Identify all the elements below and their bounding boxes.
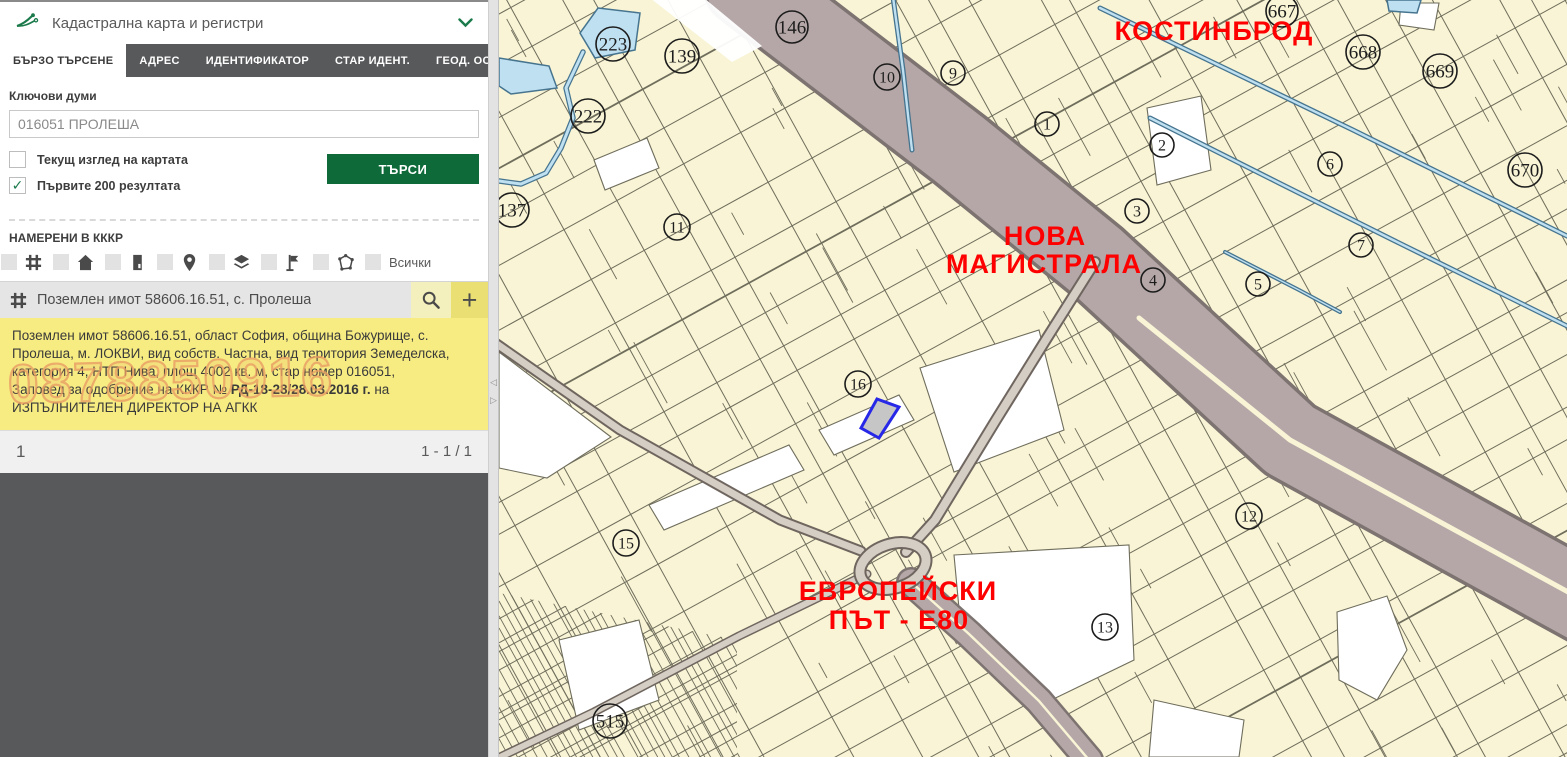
keywords-label: Ключови думи [9,89,479,103]
result-range: 1 - 1 / 1 [421,443,472,460]
svg-text:222: 222 [574,107,603,128]
sidebar: Кадастрална карта и регистри БЪРЗО ТЪРСЕ… [0,0,488,757]
detail-text-line1: Поземлен имот 58606.16.51, област София,… [12,328,449,379]
result-type-filters: Всички [0,252,488,281]
add-result-button[interactable]: + [451,282,488,318]
svg-text:10: 10 [879,70,895,87]
grid-icon[interactable] [23,252,44,272]
tab-bar: БЪРЗО ТЪРСЕНЕАДРЕСИДЕНТИФИКАТОРСТАР ИДЕН… [0,44,488,77]
filter-checkbox-pin[interactable] [157,254,173,270]
filter-checkbox-layers[interactable] [209,254,225,270]
tab-3[interactable]: СТАР ИДЕНТ. [322,44,423,77]
svg-text:16: 16 [850,377,866,394]
svg-text:139: 139 [668,47,697,68]
detail-order-number: РД-18-28/28.03.2016 г. [231,382,371,397]
app-window: Кадастрална карта и регистри БЪРЗО ТЪРСЕ… [0,0,1567,757]
svg-text:3: 3 [1133,204,1141,221]
layers-icon[interactable] [231,252,252,272]
svg-text:11: 11 [669,220,684,237]
app-logo-icon [15,12,39,35]
result-title: Поземлен имот 58606.16.51, с. Пролеша [37,292,311,308]
flag-icon[interactable] [283,252,304,272]
current-view-checkbox[interactable] [9,151,26,168]
map-label: ЕВРОПЕЙСКИ [799,575,997,606]
svg-text:1: 1 [1043,117,1051,134]
svg-text:515: 515 [596,712,625,733]
filter-checkbox-all[interactable] [365,254,381,270]
keywords-input[interactable] [9,110,479,138]
tab-2[interactable]: ИДЕНТИФИКАТОР [193,44,322,77]
map-area: 2231391462221376676686696701091234567111… [499,0,1567,757]
svg-text:146: 146 [778,18,807,39]
filter-checkbox-polygon[interactable] [313,254,329,270]
svg-text:12: 12 [1241,509,1257,526]
pin-icon[interactable] [179,252,200,272]
svg-text:669: 669 [1426,62,1455,83]
quick-search-panel: Ключови думи Текущ изглед на картата ✓ П… [0,77,488,221]
svg-text:137: 137 [499,201,526,222]
search-button[interactable]: ТЪРСИ [327,154,479,184]
filter-checkbox-building[interactable] [105,254,121,270]
svg-text:670: 670 [1511,161,1540,182]
chevron-down-icon[interactable] [458,18,473,28]
svg-text:5: 5 [1254,277,1262,294]
result-detail[interactable]: Поземлен имот 58606.16.51, област София,… [0,318,488,430]
sidebar-toggle-strip[interactable]: ◁ ▷ [488,0,499,757]
app-title: Кадастрална карта и регистри [52,15,445,32]
svg-text:15: 15 [618,536,634,553]
map-label: ПЪТ - Е80 [829,605,969,635]
grid-icon [9,291,28,310]
svg-text:9: 9 [949,66,957,83]
svg-text:6: 6 [1326,157,1334,174]
filter-all-label: Всички [389,255,431,270]
page-number[interactable]: 1 [16,442,25,462]
svg-text:4: 4 [1149,273,1157,290]
expand-right-icon[interactable]: ▷ [490,396,497,405]
filter-checkbox-house[interactable] [53,254,69,270]
cadastral-map[interactable]: 2231391462221376676686696701091234567111… [499,0,1567,757]
map-label: МАГИСТРАЛА [946,249,1142,279]
first-200-checkbox[interactable]: ✓ [9,177,26,194]
result-row[interactable]: Поземлен имот 58606.16.51, с. Пролеша + [0,281,488,318]
map-label: НОВА [1004,221,1086,251]
svg-text:13: 13 [1097,620,1113,637]
detail-text-line2: Заповед за одобрение на КККР № [12,382,231,397]
zoom-to-result-button[interactable] [411,282,451,318]
filter-checkbox-grid[interactable] [1,254,17,270]
current-view-label: Текущ изглед на картата [37,153,188,167]
building-icon[interactable] [127,252,148,272]
svg-text:7: 7 [1357,238,1365,255]
found-section-title: НАМЕРЕНИ В КККР [0,221,488,252]
collapse-left-icon[interactable]: ◁ [490,378,497,387]
app-header[interactable]: Кадастрална карта и регистри [0,2,488,44]
sidebar-filler [0,473,488,757]
polygon-icon[interactable] [335,252,356,272]
filter-checkbox-flag[interactable] [261,254,277,270]
pagination: 1 1 - 1 / 1 [0,430,488,473]
tab-1[interactable]: АДРЕС [126,44,192,77]
first-200-label: Първите 200 резултата [37,179,180,193]
svg-text:668: 668 [1349,43,1378,64]
tab-0-active[interactable]: БЪРЗО ТЪРСЕНЕ [0,44,126,77]
map-label: КОСТИНБРОД [1115,16,1314,46]
svg-text:2: 2 [1158,138,1166,155]
svg-text:223: 223 [599,35,628,56]
house-icon[interactable] [75,252,96,272]
